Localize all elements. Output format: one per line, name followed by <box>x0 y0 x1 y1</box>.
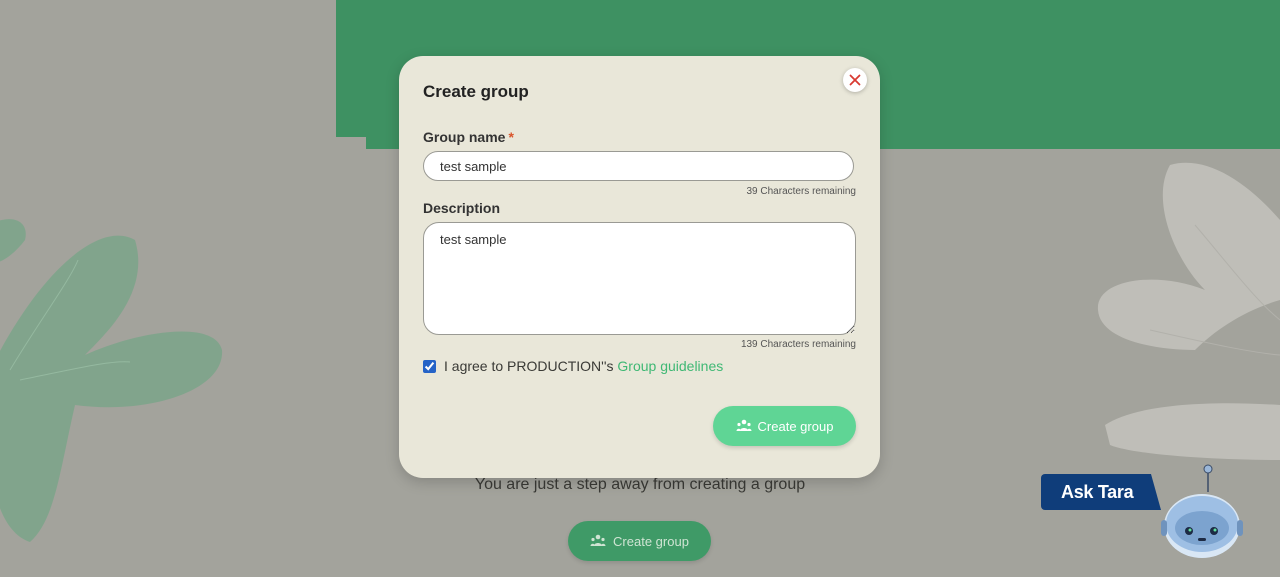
close-icon <box>849 74 861 86</box>
create-group-dialog: Create group Group name* 39 Characters r… <box>399 56 880 478</box>
agreement-label: I agree to PRODUCTION''s <box>444 358 614 374</box>
group-guidelines-link[interactable]: Group guidelines <box>617 358 723 374</box>
group-name-label: Group name * <box>423 129 514 145</box>
leaf-decoration-left <box>0 219 223 542</box>
group-name-counter: 39 Characters remaining <box>746 186 857 197</box>
agree-checkbox[interactable] <box>423 359 436 373</box>
description-counter: 139 Characters remaining <box>740 339 856 350</box>
leaf-decoration-right <box>1097 162 1280 460</box>
group-name-label-text: Group name <box>423 129 506 145</box>
group-icon <box>590 534 606 546</box>
close-button[interactable] <box>843 68 867 92</box>
create-group-submit-button[interactable]: Create group <box>713 406 856 446</box>
agreement-row: I agree to PRODUCTION''s Group guideline… <box>423 358 723 374</box>
robot-icon[interactable] <box>1156 462 1246 562</box>
group-icon <box>736 419 752 431</box>
create-group-button-label: Create group <box>613 533 689 549</box>
dialog-title: Create group <box>423 82 529 101</box>
create-group-submit-label: Create group <box>757 418 834 434</box>
required-marker: * <box>508 129 514 145</box>
agreement-text: I agree to PRODUCTION''s Group guideline… <box>444 358 723 374</box>
description-label: Description <box>423 200 501 216</box>
group-name-input[interactable] <box>423 151 854 181</box>
description-textarea[interactable]: test sample <box>423 222 856 335</box>
ask-tara-label[interactable]: Ask Tara <box>1061 482 1134 503</box>
banner-notch <box>336 137 366 149</box>
create-group-button-background[interactable]: Create group <box>568 521 711 561</box>
